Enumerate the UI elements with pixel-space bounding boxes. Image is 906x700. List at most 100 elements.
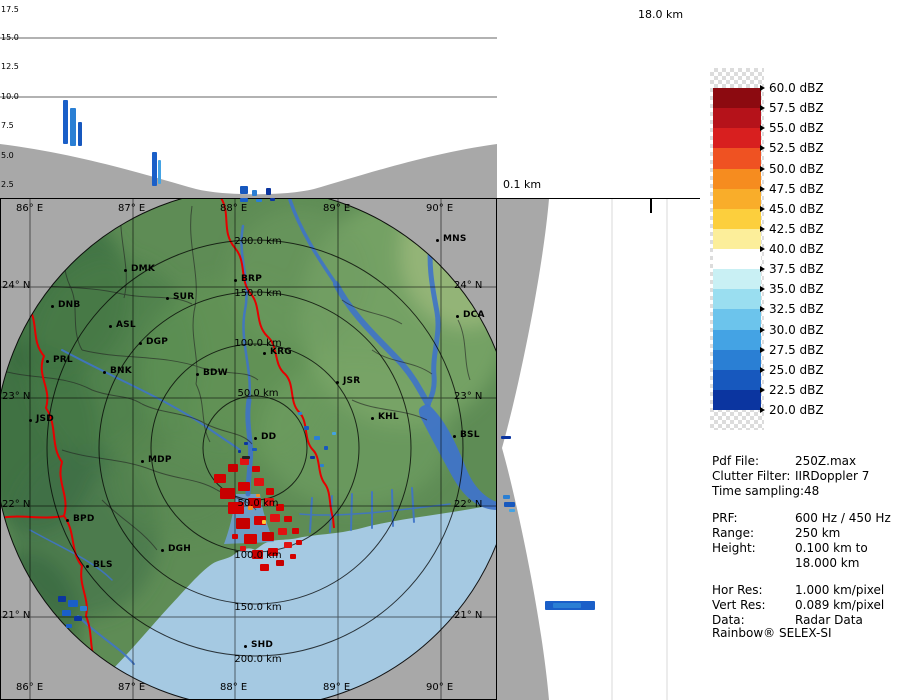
legend-tick-label: 42.5 dBZ [769,222,824,236]
legend-arrow-icon [760,407,765,413]
echo-cell [63,100,68,144]
metadata-row: Time sampling:48 [712,484,904,499]
legend-tick: 37.5 dBZ [760,263,824,275]
legend-tick: 55.0 dBZ [760,122,824,134]
legend-arrow-icon [760,306,765,312]
legend-tick-label: 50.0 dBZ [769,162,824,176]
echo-cell [240,186,248,194]
legend-arrow-icon [760,145,765,151]
color-scale-legend [710,68,764,430]
echo-cell [509,509,515,512]
legend-tick: 40.0 dBZ [760,243,824,255]
legend-tick: 20.0 dBZ [760,404,824,416]
legend-tick-label: 52.5 dBZ [769,141,824,155]
legend-arrow-icon [760,387,765,393]
echo-cell [152,152,157,186]
legend-band [713,128,761,148]
echo-cell [252,190,257,196]
legend-tick: 35.0 dBZ [760,283,824,295]
metadata-row: Range:250 km [712,526,904,541]
software-brand: Rainbow® SELEX-SI [712,626,832,640]
legend-tick: 47.5 dBZ [760,183,824,195]
legend-tick: 30.0 dBZ [760,324,824,336]
legend-arrow-icon [760,246,765,252]
metadata-row: Height:0.100 km to [712,541,904,556]
legend-tick-label: 25.0 dBZ [769,363,824,377]
top-panel-graphic [0,0,497,198]
legend-tick: 60.0 dBZ [760,82,824,94]
height-axis-tick: 10.0 [1,93,19,101]
legend-arrow-icon [760,166,765,172]
legend-arrow-icon [760,206,765,212]
legend-band [713,209,761,229]
axis-corner-panel: 18.0 km 0.1 km [497,0,700,198]
legend-tick: 42.5 dBZ [760,223,824,235]
height-axis-min-label: 0.1 km [503,178,541,191]
legend-tick: 27.5 dBZ [760,344,824,356]
legend-arrow-icon [760,347,765,353]
height-axis-tick: 15.0 [1,34,19,42]
legend-tick: 32.5 dBZ [760,303,824,315]
echo-cell [158,160,161,184]
metadata-row: Clutter Filter:IIRDoppler 7 [712,469,904,484]
legend-tick: 52.5 dBZ [760,142,824,154]
legend-arrow-icon [760,286,765,292]
height-axis-tick: 12.5 [1,63,19,71]
echo-cell [266,188,271,195]
legend-band [713,249,761,269]
legend-band [713,229,761,249]
legend-arrow-icon [760,266,765,272]
legend-tick-label: 20.0 dBZ [769,403,824,417]
metadata-row: 18.000 km [712,556,904,571]
legend-band [713,269,761,289]
legend-arrow-icon [760,327,765,333]
echo-cell [503,495,510,499]
legend-tick-label: 40.0 dBZ [769,242,824,256]
legend-tick-label: 45.0 dBZ [769,202,824,216]
legend-band [713,289,761,309]
legend-band [713,189,761,209]
legend-arrow-icon [760,186,765,192]
legend-tick-label: 35.0 dBZ [769,282,824,296]
metadata-row: Hor Res:1.000 km/pixel [712,583,904,598]
height-axis-max-label: 18.0 km [638,8,683,21]
height-axis-tick: 2.5 [1,181,14,189]
vertical-projection-top-panel: 17.5 15.0 12.5 10.0 7.5 5.0 2.5 [0,0,497,198]
legend-arrow-icon [760,85,765,91]
legend-tick-label: 57.5 dBZ [769,101,824,115]
legend-tick: 25.0 dBZ [760,364,824,376]
legend-tick: 45.0 dBZ [760,203,824,215]
legend-arrow-icon [760,226,765,232]
metadata-row: PRF:600 Hz / 450 Hz [712,511,904,526]
top-panel-nodata-region [0,144,497,198]
legend-band [713,390,761,410]
product-metadata: Pdf File:250Z.maxClutter Filter:IIRDoppl… [712,454,904,628]
height-axis-tick: 7.5 [1,122,14,130]
echo-cell [504,502,515,507]
metadata-row: Pdf File:250Z.max [712,454,904,469]
legend-arrow-icon [760,125,765,131]
legend-tick: 57.5 dBZ [760,102,824,114]
legend-tick-label: 27.5 dBZ [769,343,824,357]
metadata-row: Vert Res:0.089 km/pixel [712,598,904,613]
legend-band [713,169,761,189]
legend-tick: 22.5 dBZ [760,384,824,396]
echo-cell [78,122,82,146]
legend-tick-label: 22.5 dBZ [769,383,824,397]
legend-tick-label: 37.5 dBZ [769,262,824,276]
radar-display-window: 17.5 15.0 12.5 10.0 7.5 5.0 2.5 18.0 km 0.1 km [0,0,906,700]
echo-cell [70,108,76,146]
legend-color-bands [713,88,761,410]
height-axis-tick: 17.5 [1,6,19,14]
legend-arrow-icon [760,367,765,373]
legend-tick-label: 30.0 dBZ [769,323,824,337]
legend-band [713,370,761,390]
echo-cell [553,603,581,608]
legend-band [713,148,761,168]
legend-tick-label: 55.0 dBZ [769,121,824,135]
legend-band [713,88,761,108]
legend-arrow-icon [760,105,765,111]
legend-band [713,330,761,350]
legend-tick-label: 60.0 dBZ [769,81,824,95]
height-axis-tick: 5.0 [1,152,14,160]
